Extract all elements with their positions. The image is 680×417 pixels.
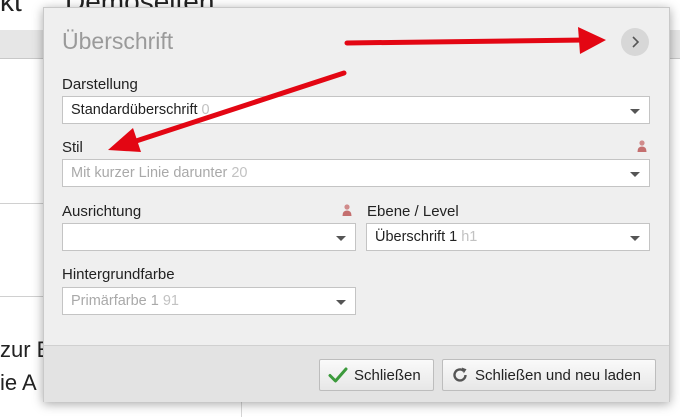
ausrichtung-label: Ausrichtung [62,203,142,220]
chevron-down-icon [336,300,346,305]
stil-label: Stil [62,139,83,156]
ebene-select[interactable]: Überschrift 1 h1 [366,223,650,251]
close-and-reload-button-label: Schließen und neu laden [475,366,641,384]
next-button[interactable] [621,28,649,56]
stil-select[interactable]: Mit kurzer Linie darunter 20 [62,159,650,187]
darstellung-select[interactable]: Standardüberschrift 0 [62,96,650,124]
ebene-label: Ebene / Level [367,203,459,220]
dialog-footer: Schließen Schließen und neu laden [44,345,669,402]
ebene-value: Überschrift 1 [375,229,458,245]
person-icon [637,140,647,152]
close-button-label: Schließen [354,366,421,384]
chevron-right-icon [632,36,640,48]
close-button[interactable]: Schließen [319,359,434,391]
reload-icon [453,367,467,382]
darstellung-value: Standardüberschrift [71,102,198,118]
background-divider [0,203,43,204]
background-text-line: ie A [0,370,37,395]
background-title-fragment: kt [0,0,22,17]
hintergrundfarbe-label: Hintergrundfarbe [62,266,175,283]
darstellung-label: Darstellung [62,76,138,93]
stil-suffix: 20 [231,165,248,181]
hintergrundfarbe-suffix: 91 [162,293,179,309]
hintergrundfarbe-select[interactable]: Primärfarbe 1 91 [62,287,356,315]
chevron-down-icon [630,236,640,241]
close-and-reload-button[interactable]: Schließen und neu laden [442,359,656,391]
hintergrundfarbe-placeholder: Primärfarbe 1 [71,293,159,309]
darstellung-suffix: 0 [201,102,210,118]
ebene-suffix: h1 [461,229,478,245]
checkmark-icon [328,367,348,383]
chevron-down-icon [336,236,346,241]
dialog-title: Überschrift [62,28,174,54]
chevron-down-icon [630,172,640,177]
chevron-down-icon [630,109,640,114]
ausrichtung-select[interactable] [62,223,356,251]
stil-placeholder: Mit kurzer Linie darunter [71,165,228,181]
person-icon [342,204,352,216]
background-divider [0,296,43,297]
heading-settings-dialog: Überschrift Darstellung Standardüberschr… [43,7,670,402]
